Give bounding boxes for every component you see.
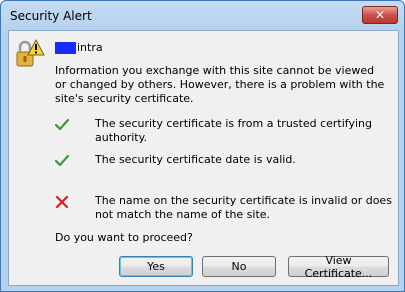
check-text: The security certificate date is valid.: [95, 153, 296, 166]
yes-button[interactable]: Yes: [119, 256, 193, 277]
window-title: Security Alert: [10, 9, 92, 23]
info-message: Information you exchange with this site …: [55, 64, 385, 105]
red-x-icon: [55, 195, 69, 209]
security-lock-warning-icon: [16, 38, 45, 67]
hostname-suffix: intra: [77, 41, 103, 54]
close-icon: ✕: [374, 8, 386, 22]
checkmark-icon: [55, 154, 69, 167]
no-button[interactable]: No: [202, 256, 276, 277]
redacted-hostname: [55, 41, 76, 54]
close-button[interactable]: ✕: [362, 6, 398, 24]
proceed-question: Do you want to proceed?: [55, 231, 193, 244]
checkmark-icon: [55, 118, 69, 131]
site-hostname: intra: [55, 41, 103, 54]
title-bar[interactable]: Security Alert ✕: [1, 1, 404, 31]
dialog-body: intra Information you exchange with this…: [8, 30, 399, 286]
check-text: The security certificate is from a trust…: [95, 117, 372, 144]
security-alert-dialog: Security Alert ✕ intra Information you e…: [0, 0, 405, 292]
view-certificate-button[interactable]: View Certificate...: [288, 254, 389, 280]
check-text: The name on the security certificate is …: [95, 194, 392, 221]
